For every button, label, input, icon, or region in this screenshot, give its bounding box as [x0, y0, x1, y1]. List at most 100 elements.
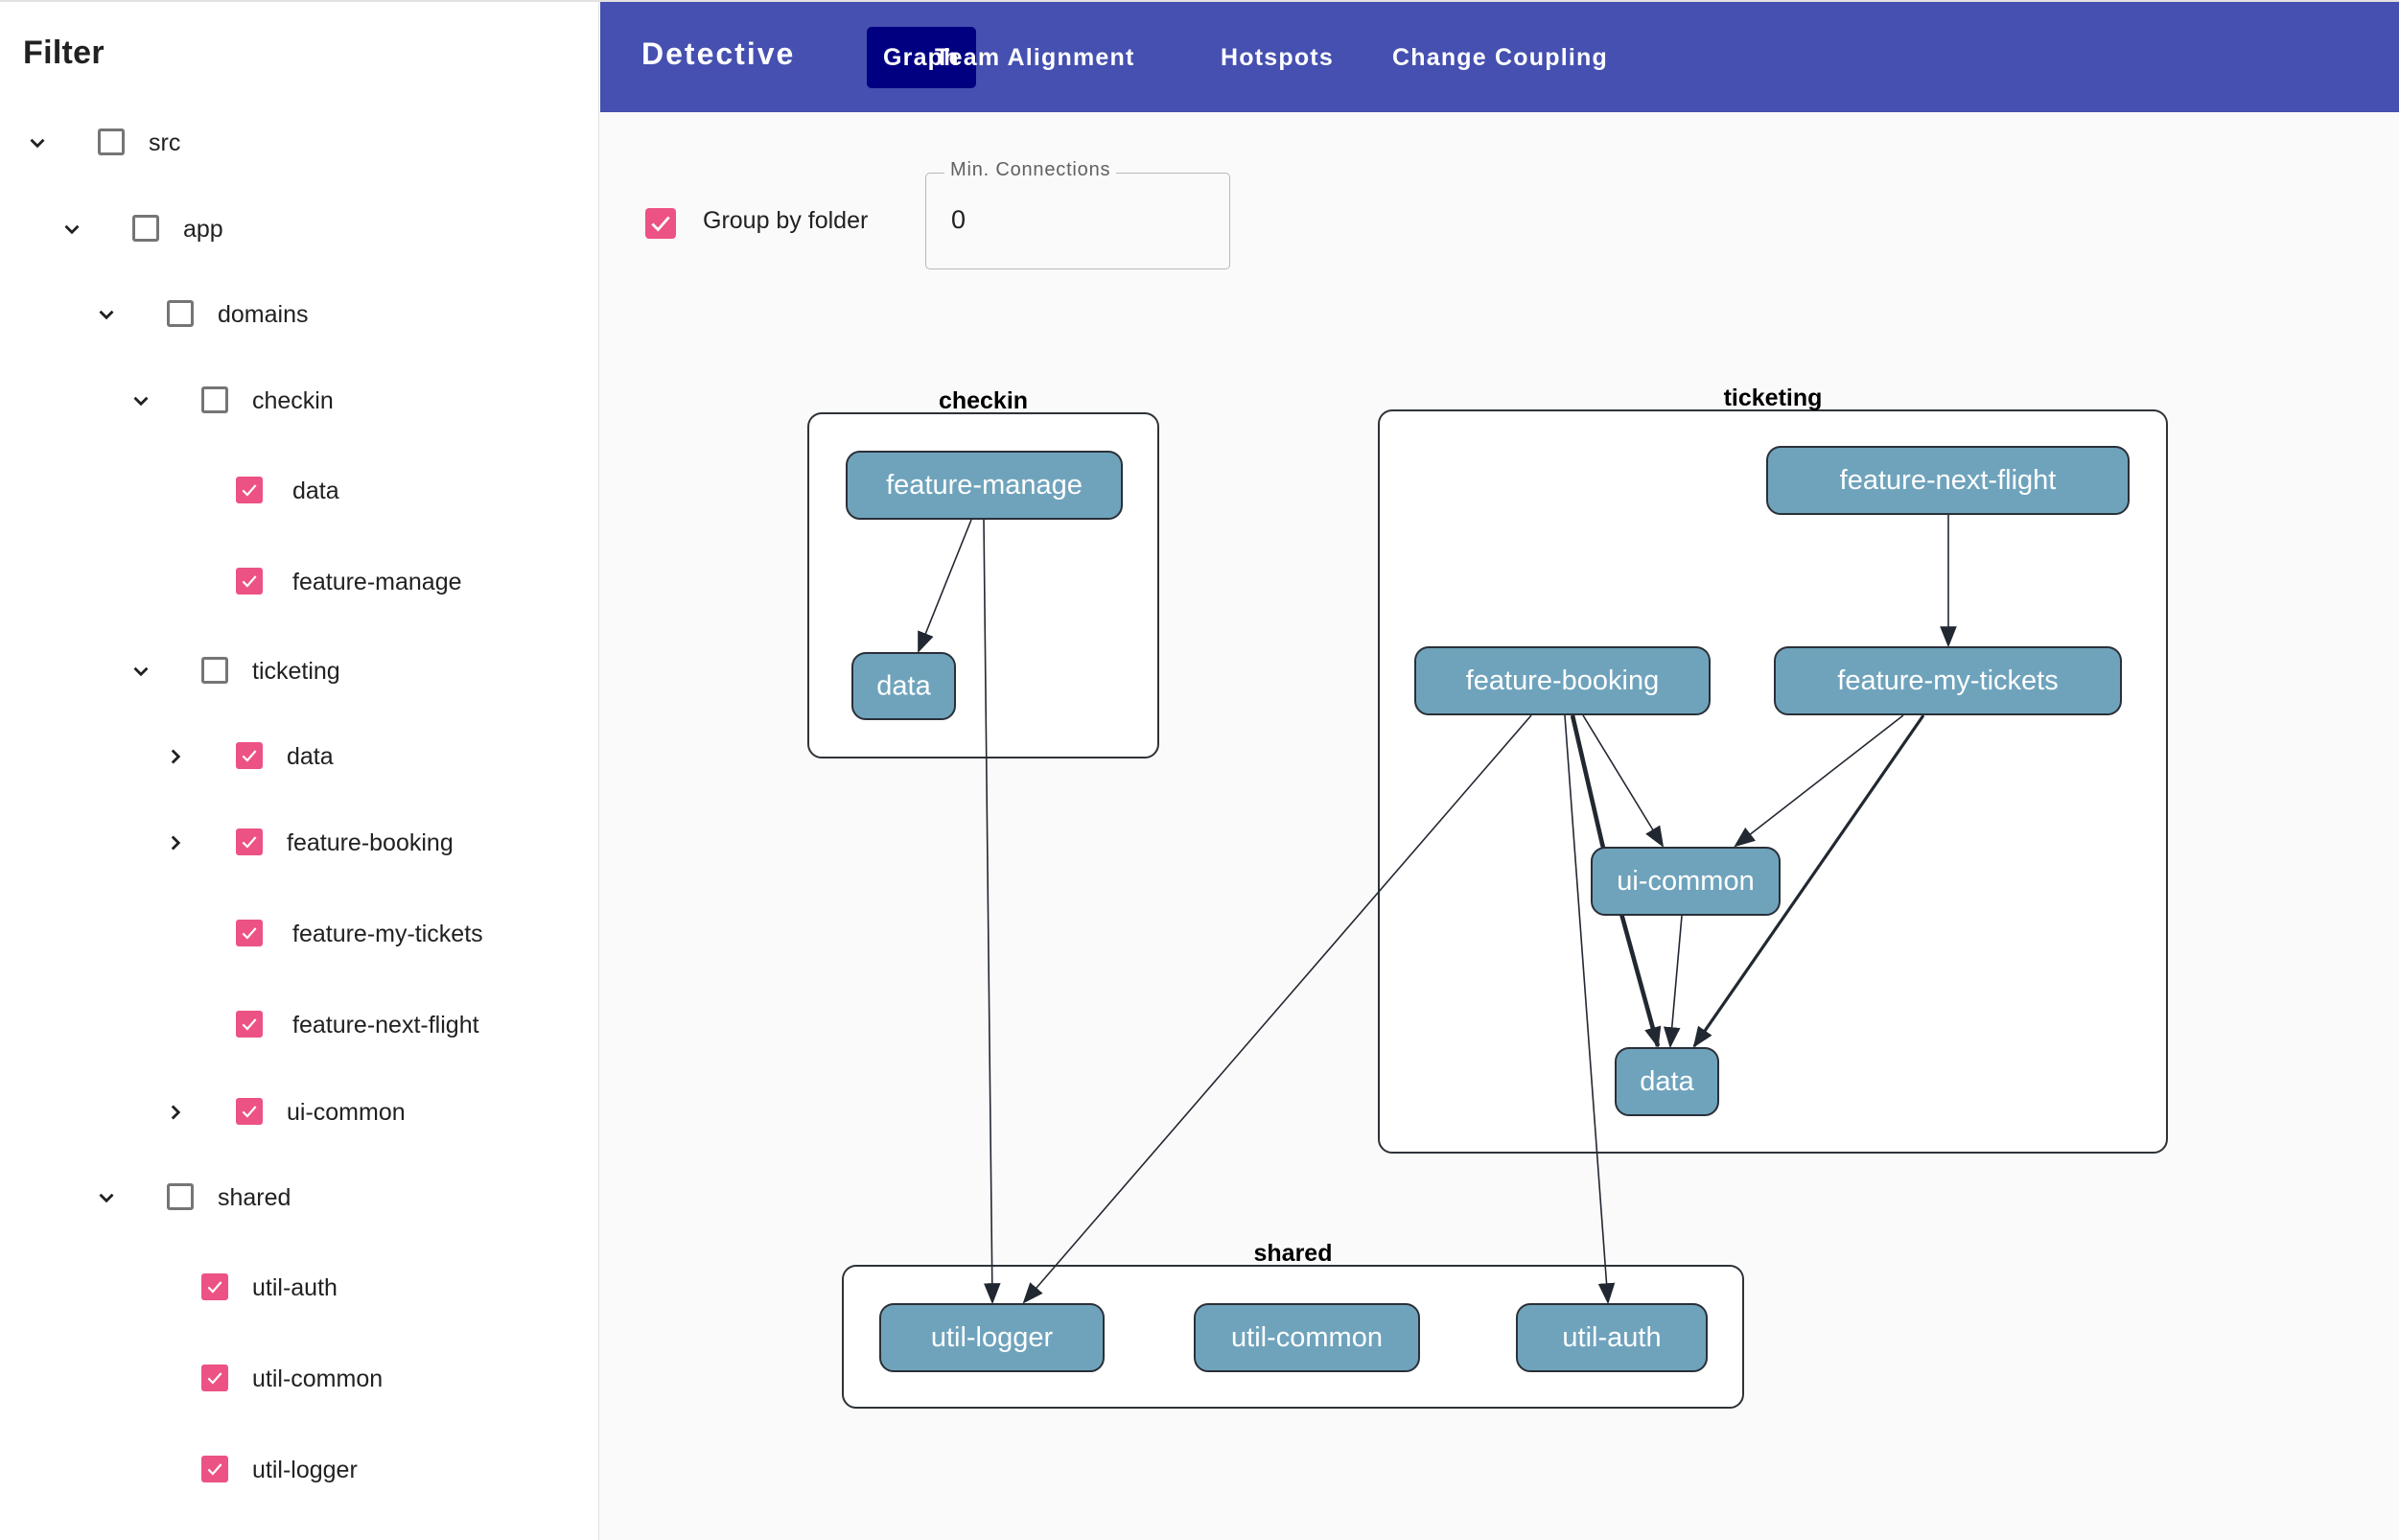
tree-item-ui-common: ui-common	[0, 1085, 594, 1142]
edge-checkin-feature-manage-to-checkin-data	[918, 519, 972, 654]
node-label: data	[876, 671, 931, 702]
tree-label: data	[292, 478, 339, 504]
tree-label: app	[183, 216, 223, 243]
chevron-right-icon[interactable]	[161, 828, 190, 857]
tree-item-feature-manage: feature-manage	[0, 554, 594, 612]
chevron-down-icon[interactable]	[23, 128, 52, 157]
group-by-folder-label: Group by folder	[703, 207, 869, 234]
group-label: ticketing	[1724, 385, 1823, 411]
chevron-down-icon[interactable]	[58, 215, 86, 244]
node-ticketing-ui-common[interactable]: ui-common	[1591, 847, 1781, 916]
node-label: data	[1640, 1066, 1694, 1097]
tree-checkbox[interactable]	[236, 1011, 263, 1038]
edge-ticketing-ui-common-to-ticketing-data	[1663, 915, 1683, 1049]
node-shared-util-logger[interactable]: util-logger	[879, 1303, 1105, 1372]
tree-item-feature-my-tickets: feature-my-tickets	[0, 906, 594, 964]
tree-label: src	[149, 129, 181, 156]
tree-checkbox[interactable]	[201, 1273, 228, 1300]
tree-item-domains: domains	[0, 287, 594, 344]
tree-label: feature-booking	[287, 829, 454, 856]
tree-checkbox[interactable]	[201, 1365, 228, 1391]
tree-checkbox[interactable]	[167, 1183, 194, 1210]
node-shared-util-auth[interactable]: util-auth	[1516, 1303, 1708, 1372]
tree-label: ui-common	[287, 1099, 406, 1126]
tree-item-data: data	[0, 463, 594, 521]
node-ticketing-feature-next-flight[interactable]: feature-next-flight	[1766, 446, 2130, 515]
tree-checkbox[interactable]	[132, 215, 159, 242]
tree-item-checkin: checkin	[0, 373, 594, 431]
node-label: feature-booking	[1466, 665, 1660, 696]
tree-checkbox[interactable]	[236, 742, 263, 769]
tree-item-shared: shared	[0, 1170, 594, 1227]
node-label: feature-my-tickets	[1837, 665, 2058, 696]
tree-item-util-common: util-common	[0, 1351, 594, 1409]
tree-item-data: data	[0, 729, 594, 786]
edge-ticketing-feature-my-tickets-to-ticketing-ui-common	[1734, 714, 1904, 848]
filter-sidebar: Filter src app domains checkin data feature-m…	[0, 2, 599, 1540]
filter-title: Filter	[23, 35, 105, 71]
tree-item-app: app	[0, 201, 594, 259]
tree-item-util-auth: util-auth	[0, 1260, 594, 1318]
tree-label: data	[287, 743, 334, 770]
node-shared-util-common[interactable]: util-common	[1194, 1303, 1420, 1372]
min-connections-label: Min. Connections	[944, 159, 1117, 181]
group-label: checkin	[939, 387, 1028, 414]
node-checkin-data[interactable]: data	[851, 652, 956, 720]
tree-label: feature-next-flight	[292, 1012, 479, 1038]
node-ticketing-feature-my-tickets[interactable]: feature-my-tickets	[1774, 646, 2122, 715]
tree-checkbox[interactable]	[167, 300, 194, 327]
node-label: util-auth	[1562, 1322, 1661, 1353]
chevron-down-icon[interactable]	[127, 386, 155, 415]
tree-label: feature-manage	[292, 569, 462, 595]
chevron-down-icon[interactable]	[92, 300, 121, 329]
edge-checkin-feature-manage-to-shared-util-logger	[983, 519, 1001, 1305]
chevron-down-icon[interactable]	[127, 657, 155, 686]
tree-label: util-auth	[252, 1274, 338, 1301]
min-connections-field[interactable]: Min. Connections	[925, 159, 1230, 269]
chevron-right-icon[interactable]	[161, 742, 190, 771]
node-label: ui-common	[1617, 866, 1754, 897]
chevron-right-icon[interactable]	[161, 1098, 190, 1127]
tree-checkbox[interactable]	[236, 920, 263, 946]
tree-checkbox[interactable]	[236, 477, 263, 503]
tree-checkbox[interactable]	[201, 657, 228, 684]
tree-label: ticketing	[252, 658, 340, 685]
edge-ticketing-feature-booking-to-ticketing-ui-common	[1582, 714, 1665, 848]
chevron-down-icon[interactable]	[92, 1183, 121, 1212]
app-brand[interactable]: Detective	[641, 36, 795, 72]
tab-change-coupling[interactable]: Change Coupling	[1376, 27, 1624, 88]
tree-checkbox[interactable]	[201, 386, 228, 413]
tree-item-ticketing: ticketing	[0, 643, 594, 701]
node-label: feature-next-flight	[1840, 465, 2057, 496]
group-by-folder-checkbox[interactable]	[645, 208, 676, 239]
tree-item-util-logger: util-logger	[0, 1442, 594, 1500]
tree-label: checkin	[252, 387, 334, 414]
tab-team-alignment[interactable]: Team Alignment	[919, 27, 1152, 88]
edge-ticketing-feature-booking-to-shared-util-logger	[1022, 714, 1532, 1304]
tree-item-src: src	[0, 115, 594, 173]
group-box	[1378, 409, 2168, 1154]
node-label: util-common	[1231, 1322, 1383, 1353]
tree-label: shared	[218, 1184, 291, 1211]
tree-label: feature-my-tickets	[292, 921, 483, 947]
node-label: util-logger	[931, 1322, 1054, 1353]
app-header: Detective Graph Team Alignment Hotspots …	[600, 2, 2399, 112]
node-checkin-feature-manage[interactable]: feature-manage	[846, 451, 1123, 520]
min-connections-input[interactable]	[951, 200, 1200, 239]
tree-checkbox[interactable]	[236, 568, 263, 595]
tree-item-feature-next-flight: feature-next-flight	[0, 997, 594, 1055]
node-ticketing-data[interactable]: data	[1615, 1047, 1719, 1116]
tree-checkbox[interactable]	[236, 1098, 263, 1125]
tree-item-feature-booking: feature-booking	[0, 815, 594, 873]
tree-label: util-logger	[252, 1457, 358, 1483]
check-icon	[651, 216, 670, 232]
tree-label: util-common	[252, 1365, 384, 1392]
tree-label: domains	[218, 301, 309, 328]
tree-checkbox[interactable]	[201, 1456, 228, 1482]
tree-checkbox[interactable]	[98, 128, 125, 155]
tree-checkbox[interactable]	[236, 828, 263, 855]
node-ticketing-feature-booking[interactable]: feature-booking	[1414, 646, 1711, 715]
edge-ticketing-feature-booking-to-shared-util-auth	[1564, 714, 1616, 1305]
node-label: feature-manage	[886, 470, 1083, 501]
tab-hotspots[interactable]: Hotspots	[1204, 27, 1350, 88]
